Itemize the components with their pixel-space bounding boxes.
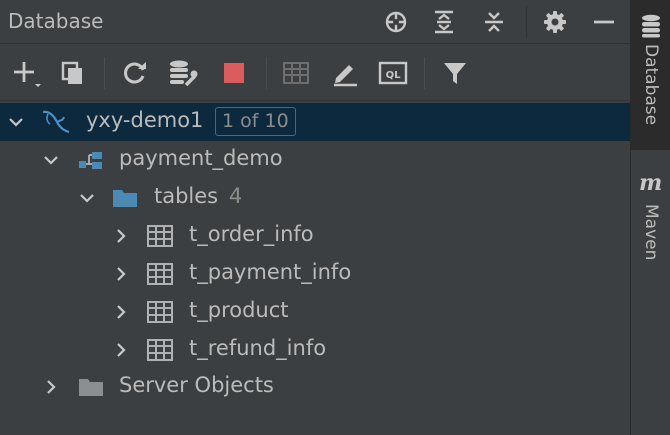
chevron-down-icon[interactable] (42, 151, 60, 169)
maven-icon: m (639, 170, 663, 196)
chevron-right-icon[interactable] (112, 265, 130, 283)
sidebar-tab-maven[interactable]: m Maven (631, 160, 670, 280)
tree-row-table[interactable]: t_order_info (0, 217, 630, 255)
schema-label: payment_demo (119, 146, 283, 170)
tree-row-table[interactable]: t_product (0, 293, 630, 331)
sidebar-tab-maven-label: Maven (641, 204, 661, 261)
table-label: t_order_info (189, 222, 314, 246)
tables-count: 4 (228, 184, 243, 208)
tree-row-server-objects[interactable]: Server Objects (0, 368, 630, 406)
toolbar-separator (424, 57, 425, 89)
tree-row-tables-folder[interactable]: tables 4 (0, 179, 630, 217)
table-icon (147, 225, 173, 247)
settings-button[interactable] (541, 8, 569, 36)
schema-icon (79, 152, 102, 169)
schema-count-badge[interactable]: 1 of 10 (215, 107, 296, 136)
datasource-label: yxy-demo1 (86, 108, 204, 132)
table-editor-button (281, 58, 311, 88)
database-icon (642, 14, 660, 38)
filter-button[interactable] (440, 58, 470, 88)
add-icon (14, 62, 41, 87)
table-icon (147, 263, 173, 285)
chevron-down-icon[interactable] (78, 189, 96, 207)
database-toolbar: QL (0, 45, 630, 101)
tables-folder-label: tables (154, 184, 219, 208)
tree-row-table[interactable]: t_payment_info (0, 255, 630, 293)
duplicate-icon (61, 61, 82, 84)
svg-text:QL: QL (386, 70, 402, 81)
chevron-down-icon[interactable] (7, 113, 25, 131)
query-console-icon: QL (378, 61, 408, 85)
chevron-right-icon[interactable] (112, 341, 130, 359)
toolbar-separator (266, 57, 267, 89)
tables-folder-text: tables 4 (154, 184, 242, 208)
server-objects-label: Server Objects (119, 373, 274, 397)
edit-button[interactable] (330, 58, 360, 88)
refresh-button[interactable] (120, 58, 150, 88)
table-label: t_payment_info (189, 260, 352, 284)
folder-icon (79, 379, 103, 396)
tool-window-header: Database (0, 0, 630, 44)
edit-icon (334, 65, 357, 87)
folder-icon (113, 190, 137, 207)
collapse-all-icon (485, 12, 503, 32)
table-label: t_refund_info (189, 336, 327, 360)
chevron-right-icon[interactable] (112, 303, 130, 321)
expand-all-button[interactable] (430, 8, 458, 36)
table-label: t_product (189, 298, 289, 322)
add-button[interactable] (12, 58, 42, 88)
table-editor-icon (283, 62, 309, 84)
table-icon (147, 301, 173, 323)
mysql-icon (42, 110, 70, 134)
chevron-right-icon[interactable] (112, 227, 130, 245)
tree-row-schema[interactable]: payment_demo (0, 141, 630, 179)
minimize-icon (594, 20, 614, 24)
header-separator (526, 6, 527, 38)
filter-icon (444, 63, 466, 84)
sidebar-tab-database[interactable]: Database (631, 0, 670, 150)
tree-row-table[interactable]: t_refund_info (0, 331, 630, 369)
table-icon (147, 339, 173, 361)
minimize-button[interactable] (590, 8, 618, 36)
database-tool-window: Database QL yxy-demo1 1 of 10 payment_de… (0, 0, 630, 435)
stop-button[interactable] (219, 58, 249, 88)
sidebar-tab-database-label: Database (641, 44, 661, 126)
collapse-all-button[interactable] (480, 8, 508, 36)
stop-icon (224, 63, 244, 83)
chevron-right-icon[interactable] (42, 378, 60, 396)
expand-all-icon (435, 10, 453, 34)
data-source-properties-button[interactable] (168, 58, 198, 88)
data-source-properties-icon (170, 60, 198, 87)
query-console-button[interactable]: QL (378, 58, 408, 88)
toolbar-separator (104, 57, 105, 89)
crosshair-icon (385, 11, 407, 33)
refresh-icon (124, 62, 146, 84)
right-tool-stripe: Database m Maven (630, 0, 670, 435)
tree-row-datasource[interactable]: yxy-demo1 1 of 10 (0, 103, 630, 141)
locate-button[interactable] (382, 8, 410, 36)
tool-window-title: Database (8, 9, 104, 33)
gear-icon (544, 11, 566, 33)
duplicate-button[interactable] (58, 58, 88, 88)
